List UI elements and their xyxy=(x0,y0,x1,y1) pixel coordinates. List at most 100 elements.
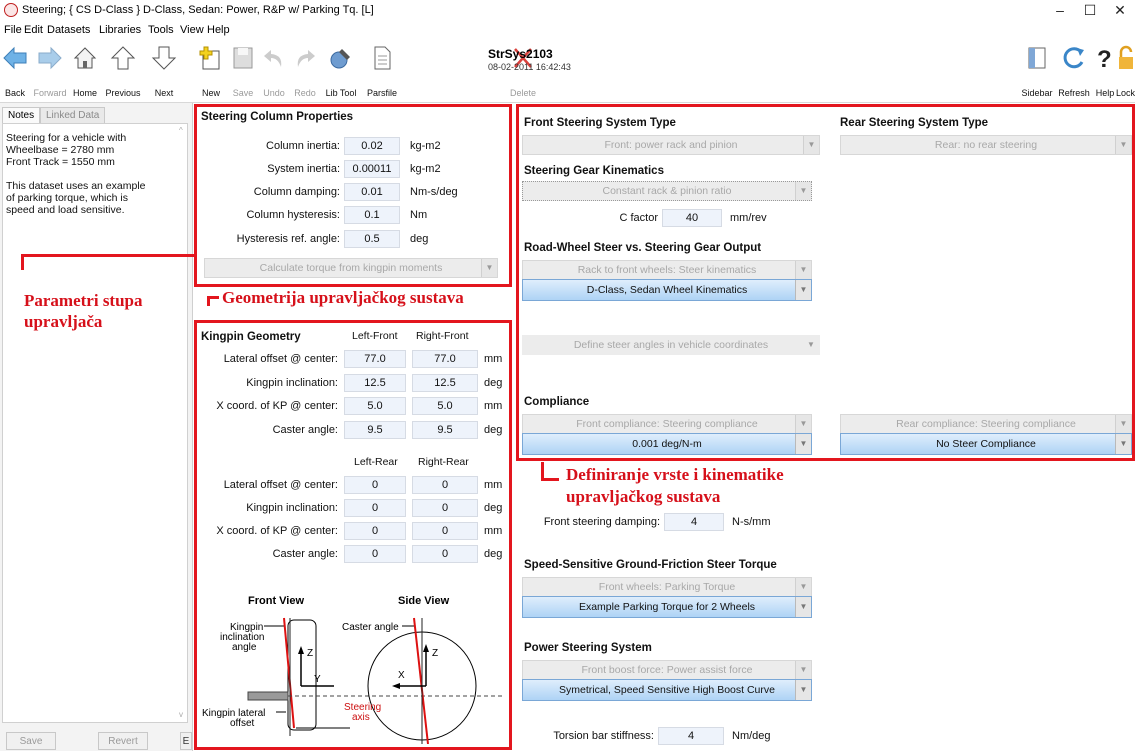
tab-notes[interactable]: Notes xyxy=(2,107,41,124)
wrench-icon xyxy=(330,49,350,69)
help-button[interactable]: ? Help xyxy=(1093,42,1117,100)
system-inertia-field[interactable]: 0.00011 xyxy=(344,160,400,178)
maximize-icon[interactable]: ☐ xyxy=(1075,2,1105,20)
menu-view[interactable]: View xyxy=(180,24,204,36)
scroll-up-icon[interactable]: ^ xyxy=(179,126,183,135)
dropdown-text: Front compliance: Steering compliance xyxy=(576,418,758,430)
steer-angles-dropdown[interactable]: Define steer angles in vehicle coordinat… xyxy=(522,335,820,355)
dropdown-arrow-icon: ▼ xyxy=(795,280,811,300)
front-damping-unit: N-s/mm xyxy=(732,516,771,528)
kp-lateral-offset-lf-field[interactable]: 77.0 xyxy=(344,350,406,368)
refresh-button[interactable]: Refresh xyxy=(1055,42,1093,100)
column-hysteresis-label: Column hysteresis: xyxy=(246,209,340,221)
column-inertia-field[interactable]: 0.02 xyxy=(344,137,400,155)
dropdown-text: Constant rack & pinion ratio xyxy=(602,185,732,197)
dataset-date: 08-02-2011 16:42:43 xyxy=(488,62,571,72)
column-damping-field[interactable]: 0.01 xyxy=(344,183,400,201)
column-torque-dropdown[interactable]: Calculate torque from kingpin moments ▼ xyxy=(204,258,498,278)
scroll-down-icon[interactable]: v xyxy=(179,710,183,719)
notes-save-button[interactable]: Save xyxy=(6,732,56,750)
new-document-icon xyxy=(199,46,220,70)
menu-datasets[interactable]: Datasets xyxy=(47,24,90,36)
notes-line: of parking torque, which is xyxy=(6,192,128,204)
refresh-label: Refresh xyxy=(1058,88,1090,98)
dropdown-text: Calculate torque from kingpin moments xyxy=(259,262,443,274)
column-section-title: Steering Column Properties xyxy=(201,111,354,123)
kp-xcoord-lf-field[interactable]: 5.0 xyxy=(344,397,406,415)
kp-rear-inclination-rr-field[interactable]: 0 xyxy=(412,499,478,517)
kp-lateral-offset-rf-field[interactable]: 77.0 xyxy=(412,350,478,368)
kp-rear-inclination-label: Kingpin inclination: xyxy=(246,502,338,514)
parsfile-button[interactable]: Parsfile xyxy=(362,42,402,100)
kp-lateral-text-2: offset xyxy=(230,718,254,729)
kp-inclination-rf-field[interactable]: 12.5 xyxy=(412,374,478,392)
front-damping-field[interactable]: 4 xyxy=(664,513,724,531)
sidebar-button[interactable]: Sidebar xyxy=(1020,42,1054,100)
undo-icon xyxy=(264,50,282,67)
c-factor-field[interactable]: 40 xyxy=(662,209,722,227)
redo-button[interactable]: Redo xyxy=(290,42,320,100)
rear-compliance-link[interactable]: No Steer Compliance ▼ xyxy=(840,433,1132,455)
unit-label: mm xyxy=(484,400,503,412)
caster-angle-lf-field[interactable]: 9.5 xyxy=(344,421,406,439)
undo-label: Undo xyxy=(263,88,285,98)
wheel-kinematics-link[interactable]: D-Class, Sedan Wheel Kinematics ▼ xyxy=(522,279,812,301)
menu-file[interactable]: File xyxy=(4,24,22,36)
rear-system-dropdown[interactable]: Rear: no rear steering ▼ xyxy=(840,135,1132,155)
save-button[interactable]: Save xyxy=(228,42,258,100)
menu-libraries[interactable]: Libraries xyxy=(99,24,141,36)
front-compliance-link[interactable]: 0.001 deg/N-m ▼ xyxy=(522,433,812,455)
hysteresis-ref-angle-field[interactable]: 0.5 xyxy=(344,230,400,248)
lock-label: Lock xyxy=(1116,88,1135,98)
torsion-bar-field[interactable]: 4 xyxy=(658,727,724,745)
caster-angle-rf-field[interactable]: 9.5 xyxy=(412,421,478,439)
kp-xcoord-rf-field[interactable]: 5.0 xyxy=(412,397,478,415)
close-icon[interactable]: ✕ xyxy=(1105,2,1135,20)
kp-xcoord-label: X coord. of KP @ center: xyxy=(216,400,338,412)
rear-caster-angle-lr-field[interactable]: 0 xyxy=(344,545,406,563)
kp-rear-xcoord-rr-field[interactable]: 0 xyxy=(412,522,478,540)
home-button[interactable]: Home xyxy=(69,42,101,100)
rear-compliance-dropdown[interactable]: Rear compliance: Steering compliance ▼ xyxy=(840,414,1132,434)
front-system-dropdown[interactable]: Front: power rack and pinion ▼ xyxy=(522,135,820,155)
undo-button[interactable]: Undo xyxy=(259,42,289,100)
kp-rear-xcoord-label: X coord. of KP @ center: xyxy=(216,525,338,537)
forward-button[interactable]: Forward xyxy=(32,42,68,100)
gear-kinematics-dropdown[interactable]: Constant rack & pinion ratio ▼ xyxy=(522,181,812,201)
kp-rear-inclination-lr-field[interactable]: 0 xyxy=(344,499,406,517)
kp-rear-lateral-offset-lr-field[interactable]: 0 xyxy=(344,476,406,494)
menu-bar: File Edit Datasets Libraries Tools View … xyxy=(0,22,1135,40)
notes-text-area[interactable]: Steering for a vehicle with Wheelbase = … xyxy=(2,123,188,723)
next-button[interactable]: Next xyxy=(144,42,184,100)
parking-torque-link[interactable]: Example Parking Torque for 2 Wheels ▼ xyxy=(522,596,812,618)
menu-edit[interactable]: Edit xyxy=(24,24,43,36)
c-factor-unit: mm/rev xyxy=(730,212,767,224)
friction-dropdown[interactable]: Front wheels: Parking Torque ▼ xyxy=(522,577,812,597)
boost-curve-link[interactable]: Symetrical, Speed Sensitive High Boost C… xyxy=(522,679,812,701)
menu-help[interactable]: Help xyxy=(207,24,230,36)
lock-button[interactable]: Lock xyxy=(1116,42,1135,100)
tab-linked-data[interactable]: Linked Data xyxy=(40,107,106,124)
kp-inclination-lf-field[interactable]: 12.5 xyxy=(344,374,406,392)
back-button[interactable]: Back xyxy=(0,42,30,100)
column-hysteresis-field[interactable]: 0.1 xyxy=(344,206,400,224)
road-wheel-dropdown[interactable]: Rack to front wheels: Steer kinematics ▼ xyxy=(522,260,812,280)
menu-tools[interactable]: Tools xyxy=(148,24,174,36)
next-label: Next xyxy=(154,88,174,98)
previous-button[interactable]: Previous xyxy=(102,42,144,100)
down-arrow-icon xyxy=(151,46,177,70)
kp-rear-lateral-offset-rr-field[interactable]: 0 xyxy=(412,476,478,494)
lib-tool-button[interactable]: Lib Tool xyxy=(322,42,360,100)
kp-rear-xcoord-lr-field[interactable]: 0 xyxy=(344,522,406,540)
new-button[interactable]: New xyxy=(196,42,226,100)
rear-caster-angle-rr-field[interactable]: 0 xyxy=(412,545,478,563)
dropdown-arrow-icon: ▼ xyxy=(1115,415,1131,433)
boost-force-dropdown[interactable]: Front boost force: Power assist force ▼ xyxy=(522,660,812,680)
front-compliance-dropdown[interactable]: Front compliance: Steering compliance ▼ xyxy=(522,414,812,434)
dropdown-text: Define steer angles in vehicle coordinat… xyxy=(573,339,769,351)
notes-revert-button[interactable]: Revert xyxy=(98,732,148,750)
col-header-left-rear: Left-Rear xyxy=(354,456,398,468)
minimize-icon[interactable]: – xyxy=(1045,2,1075,20)
notes-edit-button[interactable]: E xyxy=(180,732,192,750)
sidebar-icon xyxy=(1028,47,1046,69)
